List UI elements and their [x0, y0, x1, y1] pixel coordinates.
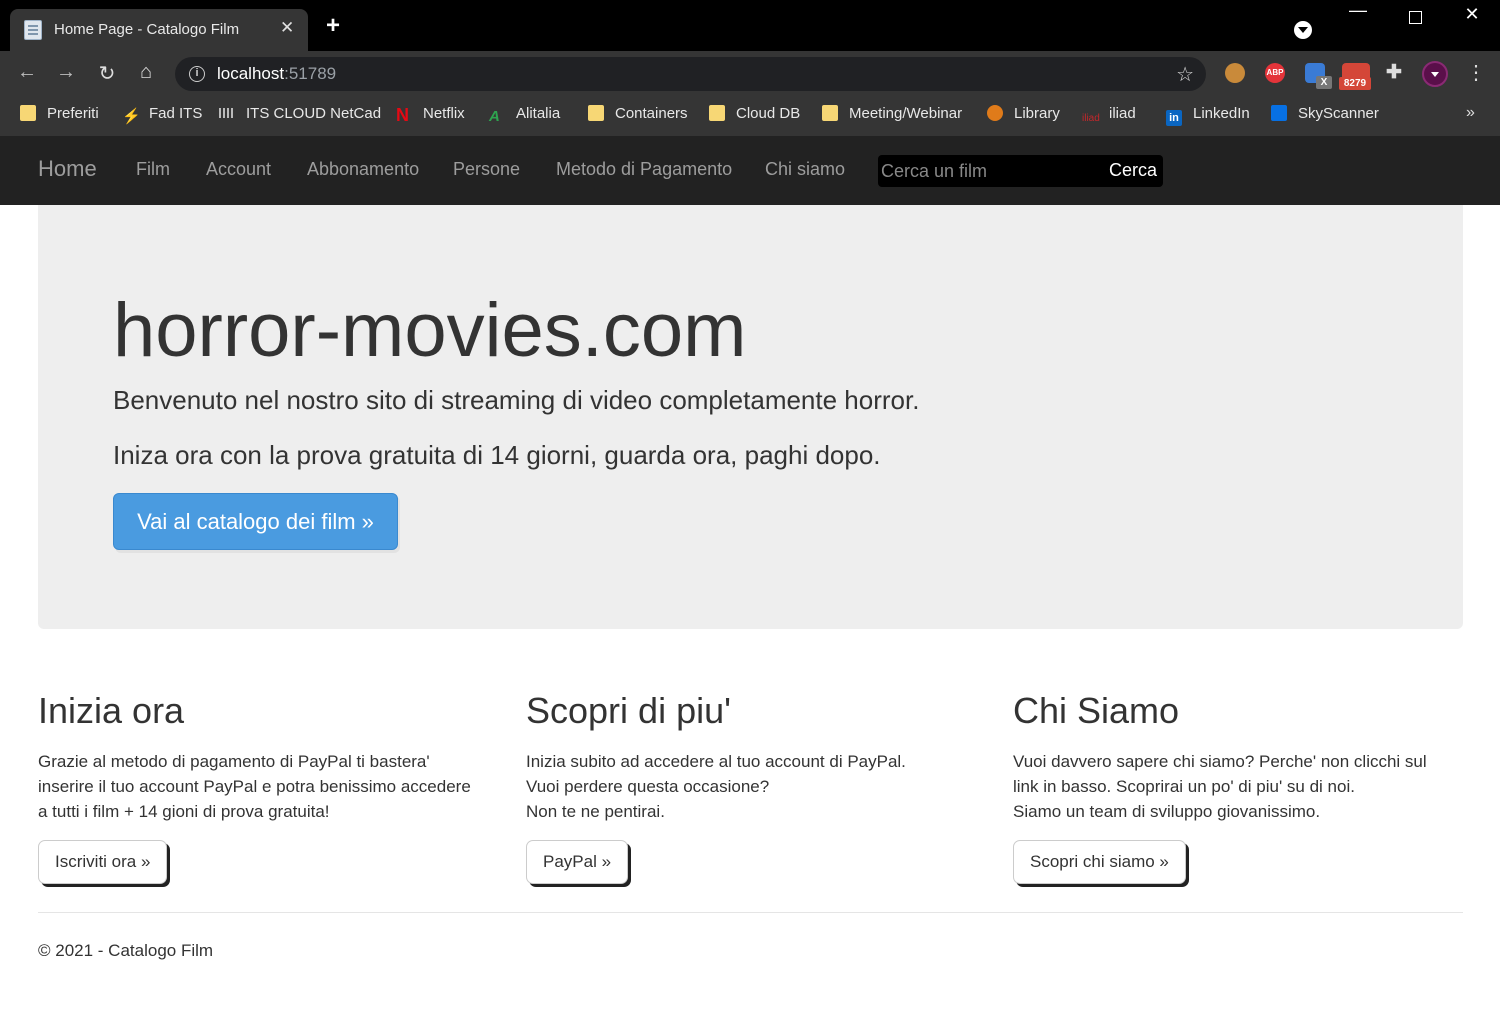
folder-icon: [20, 105, 36, 121]
home-icon[interactable]: ⌂: [134, 61, 158, 84]
footer-copyright: © 2021 - Catalogo Film: [38, 941, 214, 960]
cisco-icon: [219, 108, 235, 118]
address-bar[interactable]: i localhost:51789 ☆: [175, 57, 1206, 91]
nav-link-metodo-pagamento[interactable]: Metodo di Pagamento: [556, 159, 732, 180]
page-title: horror-movies.com: [113, 288, 747, 373]
browser-menu-icon[interactable]: ⋮: [1466, 63, 1486, 83]
search-form: Cerca: [878, 155, 1163, 187]
nav-link-chi-siamo[interactable]: Chi siamo: [765, 159, 845, 180]
footer-divider: [38, 912, 1463, 913]
folder-icon: [822, 105, 838, 121]
browser-tab[interactable]: Home Page - Catalogo Film ✕: [10, 9, 308, 51]
column-heading: Inizia ora: [38, 690, 185, 731]
catalog-button[interactable]: Vai al catalogo dei film »: [113, 493, 398, 550]
nav-link-film[interactable]: Film: [136, 159, 170, 180]
bookmark-cloud-db[interactable]: Cloud DB: [709, 105, 800, 125]
alitalia-icon: A: [489, 108, 500, 125]
linkedin-icon: in: [1166, 110, 1182, 126]
signup-button[interactable]: Iscriviti ora »: [38, 840, 168, 884]
iliad-icon: iliad: [1082, 113, 1100, 124]
nav-link-account[interactable]: Account: [206, 159, 271, 180]
column-text: Grazie al metodo di pagamento di PayPal …: [38, 752, 471, 821]
column-inizia-ora: Inizia ora Grazie al metodo di pagamento…: [38, 690, 498, 884]
url-text[interactable]: localhost:51789: [217, 64, 336, 84]
library-icon: [987, 105, 1003, 121]
about-us-button[interactable]: Scopri chi siamo »: [1013, 840, 1186, 884]
bookmark-iliad[interactable]: iliad iliad: [1082, 105, 1136, 125]
tab-close-icon[interactable]: ✕: [280, 18, 294, 38]
maximize-button[interactable]: [1395, 4, 1435, 29]
minimize-button[interactable]: —: [1338, 0, 1378, 21]
extensions-puzzle-icon[interactable]: ✚: [1384, 63, 1404, 84]
bookmark-fad-its[interactable]: ⚡ Fad ITS: [122, 105, 202, 125]
mail-count-badge: 8279: [1339, 77, 1371, 90]
bookmark-library[interactable]: Library: [987, 105, 1060, 125]
bookmark-alitalia[interactable]: A Alitalia: [489, 105, 560, 125]
hero-welcome-text: Benvenuto nel nostro sito di streaming d…: [113, 385, 920, 415]
site-info-icon[interactable]: i: [189, 66, 205, 82]
search-input[interactable]: [881, 157, 1101, 185]
profile-avatar[interactable]: [1422, 61, 1448, 87]
bookmark-netflix[interactable]: N Netflix: [396, 105, 465, 125]
nav-link-persone[interactable]: Persone: [453, 159, 520, 180]
close-window-button[interactable]: ✕: [1452, 4, 1492, 25]
bookmark-skyscanner[interactable]: SkyScanner: [1271, 105, 1379, 125]
tab-search-icon[interactable]: [1294, 21, 1312, 39]
cookie-extension-icon[interactable]: [1225, 63, 1245, 83]
hero-jumbotron: horror-movies.com Benvenuto nel nostro s…: [38, 205, 1463, 629]
reload-icon[interactable]: ↻: [95, 61, 119, 86]
bookmark-star-icon[interactable]: ☆: [1176, 62, 1194, 87]
column-heading: Scopri di piu': [526, 690, 731, 731]
bookmarks-bar: Preferiti ⚡ Fad ITS ITS CLOUD NetCad N Net…: [0, 96, 1500, 136]
folder-icon: [709, 105, 725, 121]
maximize-icon: [1408, 11, 1422, 24]
site-navbar: Home Film Account Abbonamento Persone Me…: [0, 136, 1500, 205]
hero-trial-text: Iniza ora con la prova gratuita di 14 gi…: [113, 440, 881, 470]
bolt-icon: ⚡: [122, 108, 141, 125]
column-heading: Chi Siamo: [1013, 690, 1180, 731]
adblock-extension-icon[interactable]: ABP: [1265, 63, 1285, 83]
tab-title: Home Page - Catalogo Film: [54, 21, 240, 38]
bookmark-preferiti[interactable]: Preferiti: [20, 105, 99, 125]
column-chi-siamo: Chi Siamo Vuoi davvero sapere chi siamo?…: [1013, 690, 1473, 884]
bookmark-its-cloud-netcad[interactable]: ITS CLOUD NetCad: [219, 105, 381, 125]
bookmark-containers[interactable]: Containers: [588, 105, 688, 125]
bookmark-meeting-webinar[interactable]: Meeting/Webinar: [822, 105, 962, 125]
nav-link-abbonamento[interactable]: Abbonamento: [307, 159, 419, 180]
new-tab-button[interactable]: +: [326, 14, 340, 38]
navbar-brand-home[interactable]: Home: [38, 156, 97, 182]
page-favicon-icon: [24, 20, 42, 40]
column-scopri-di-piu: Scopri di piu' Inizia subito ad accedere…: [526, 690, 986, 884]
bookmark-linkedin[interactable]: in LinkedIn: [1166, 105, 1250, 126]
paypal-button[interactable]: PayPal »: [526, 840, 629, 884]
extension-badge: X: [1316, 76, 1332, 89]
column-text: Vuoi davvero sapere chi siamo? Perche' n…: [1013, 752, 1427, 821]
search-button[interactable]: Cerca: [1109, 160, 1157, 181]
netflix-icon: N: [396, 105, 409, 125]
tab-strip: Home Page - Catalogo Film ✕ + — ✕: [0, 0, 1500, 51]
column-text: Inizia subito ad accedere al tuo account…: [526, 752, 906, 821]
bookmarks-overflow-icon[interactable]: »: [1466, 104, 1475, 122]
skyscanner-icon: [1271, 105, 1287, 121]
back-arrow-icon[interactable]: ←: [15, 61, 39, 84]
forward-arrow-icon[interactable]: →: [54, 61, 78, 84]
folder-icon: [588, 105, 604, 121]
